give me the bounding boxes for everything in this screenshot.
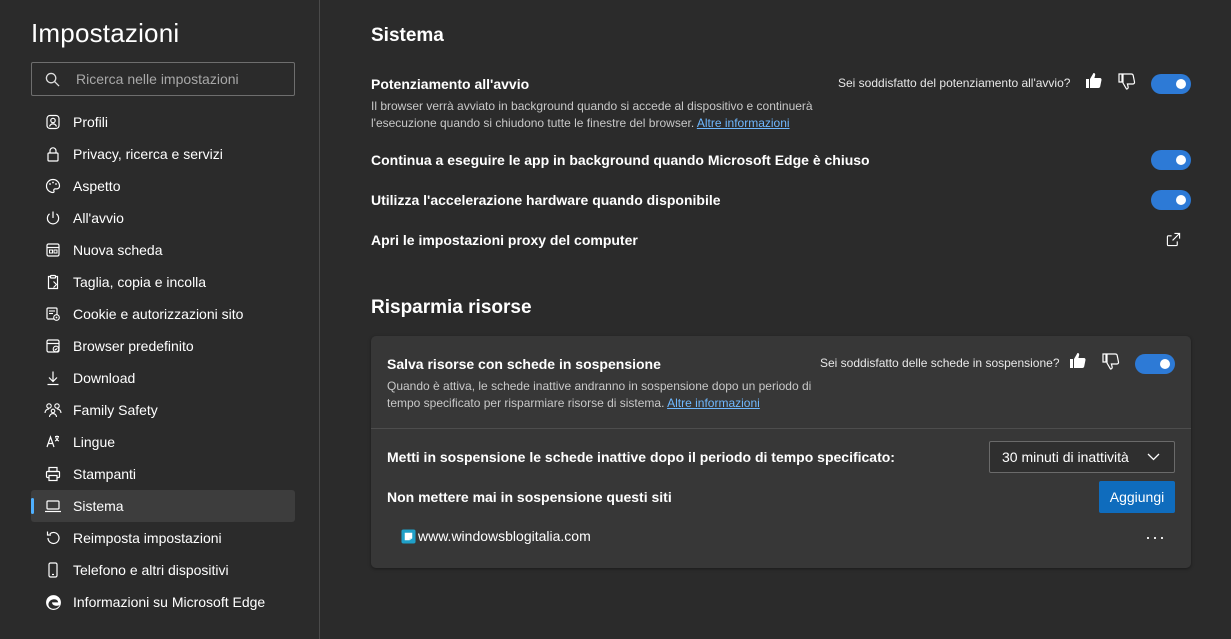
sidebar-item-reimposta[interactable]: Reimposta impostazioni — [31, 522, 295, 554]
new-tab-icon — [44, 241, 62, 259]
sidebar-item-stampanti[interactable]: Stampanti — [31, 458, 295, 490]
startup-boost-title: Potenziamento all'avvio — [371, 76, 530, 92]
startup-boost-desc-text: l'esecuzione quando si chiudono tutte le… — [371, 116, 695, 130]
hardware-acceleration-toggle[interactable] — [1151, 190, 1191, 210]
never-sleep-label: Non mettere mai in sospensione questi si… — [387, 489, 672, 505]
sidebar-item-label: Family Safety — [73, 402, 158, 418]
sidebar-item-informazioni-edge[interactable]: Informazioni su Microsoft Edge — [31, 586, 295, 618]
palette-icon — [44, 177, 62, 195]
search-icon — [45, 72, 60, 87]
sleeping-tabs-title: Salva risorse con schede in sospensione — [387, 356, 661, 372]
hardware-acceleration-title: Utilizza l'accelerazione hardware quando… — [371, 192, 721, 208]
sidebar-item-label: Telefono e altri dispositivi — [73, 562, 229, 578]
default-browser-icon — [44, 337, 62, 355]
toggle-knob — [1176, 155, 1186, 165]
sidebar-item-taglia-copia[interactable]: Taglia, copia e incolla — [31, 266, 295, 298]
sidebar-item-label: Taglia, copia e incolla — [73, 274, 207, 290]
sidebar-nav: Profili Privacy, ricerca e servizi Aspet… — [31, 106, 295, 618]
language-icon — [44, 433, 62, 451]
sidebar-item-label: Cookie e autorizzazioni sito — [73, 306, 244, 322]
sidebar-item-privacy[interactable]: Privacy, ricerca e servizi — [31, 138, 295, 170]
sidebar-item-label: Privacy, ricerca e servizi — [73, 146, 223, 162]
sidebar-item-lingue[interactable]: Lingue — [31, 426, 295, 458]
sidebar-item-label: Reimposta impostazioni — [73, 530, 222, 546]
sleep-after-label: Metti in sospensione le schede inattive … — [387, 449, 895, 465]
sleeping-tabs-desc-text: tempo specificato per risparmiare risors… — [387, 396, 665, 410]
printer-icon — [44, 465, 62, 483]
toggle-knob — [1160, 359, 1170, 369]
sidebar-item-label: Lingue — [73, 434, 116, 450]
toggle-knob — [1176, 195, 1186, 205]
startup-boost-learn-more-link[interactable]: Altre informazioni — [697, 116, 790, 130]
sidebar: Impostazioni Profili Privacy, ricerca e … — [0, 0, 320, 639]
sidebar-item-label: Informazioni su Microsoft Edge — [73, 594, 266, 610]
sidebar-item-all-avvio[interactable]: All'avvio — [31, 202, 295, 234]
sleeping-tabs-toggle[interactable] — [1135, 354, 1175, 374]
section-heading-sistema: Sistema — [371, 25, 444, 46]
sidebar-item-sistema[interactable]: Sistema — [31, 490, 295, 522]
card-divider — [371, 428, 1191, 429]
sidebar-item-label: Nuova scheda — [73, 242, 163, 258]
lock-icon — [44, 145, 62, 163]
sleeping-tabs-card: Salva risorse con schede in sospensione … — [371, 336, 1191, 568]
phone-icon — [44, 561, 62, 579]
profile-icon — [44, 113, 62, 131]
more-options-icon[interactable]: ··· — [1145, 527, 1166, 548]
search-box[interactable] — [31, 62, 295, 96]
sidebar-item-label: Browser predefinito — [73, 338, 194, 354]
clipboard-icon — [44, 273, 62, 291]
family-icon — [44, 401, 62, 419]
startup-boost-desc-line2: l'esecuzione quando si chiudono tutte le… — [371, 115, 813, 132]
sidebar-item-label: Stampanti — [73, 466, 137, 482]
thumbs-up-icon[interactable] — [1085, 72, 1103, 89]
thumbs-down-icon[interactable] — [1118, 73, 1136, 90]
sidebar-item-telefono[interactable]: Telefono e altri dispositivi — [31, 554, 295, 586]
sidebar-item-label: Sistema — [73, 498, 124, 514]
sidebar-title: Impostazioni — [31, 18, 180, 48]
sidebar-item-browser-predefinito[interactable]: Browser predefinito — [31, 330, 295, 362]
cookie-permissions-icon — [44, 305, 62, 323]
sidebar-item-family-safety[interactable]: Family Safety — [31, 394, 295, 426]
laptop-icon — [44, 497, 62, 515]
sidebar-item-label: Download — [73, 370, 136, 386]
sleep-after-dropdown[interactable]: 30 minuti di inattività — [989, 441, 1175, 473]
startup-boost-desc-line1: Il browser verrà avviato in background q… — [371, 99, 813, 113]
download-icon — [44, 369, 62, 387]
sidebar-item-download[interactable]: Download — [31, 362, 295, 394]
sidebar-item-cookie[interactable]: Cookie e autorizzazioni sito — [31, 298, 295, 330]
toggle-knob — [1176, 79, 1186, 89]
background-apps-toggle[interactable] — [1151, 150, 1191, 170]
sidebar-item-nuova-scheda[interactable]: Nuova scheda — [31, 234, 295, 266]
thumbs-down-icon[interactable] — [1102, 353, 1120, 370]
chevron-down-icon — [1147, 453, 1160, 461]
sleeping-tabs-feedback-question: Sei soddisfatto delle schede in sospensi… — [820, 356, 1060, 370]
sleeping-tabs-desc-line2: tempo specificato per risparmiare risors… — [387, 395, 811, 412]
sidebar-item-label: All'avvio — [73, 210, 124, 226]
search-input[interactable] — [74, 70, 278, 88]
background-apps-title: Continua a eseguire le app in background… — [371, 152, 870, 168]
sleeping-tabs-description: Quando è attiva, le schede inattive andr… — [387, 378, 811, 412]
site-url: www.windowsblogitalia.com — [418, 528, 591, 544]
main-content: Sistema Potenziamento all'avvio Il brows… — [321, 0, 1231, 639]
sleeping-tabs-learn-more-link[interactable]: Altre informazioni — [667, 396, 760, 410]
sidebar-item-aspetto[interactable]: Aspetto — [31, 170, 295, 202]
external-link-icon[interactable] — [1166, 232, 1181, 247]
startup-boost-toggle[interactable] — [1151, 74, 1191, 94]
sidebar-item-label: Aspetto — [73, 178, 121, 194]
startup-boost-feedback-question: Sei soddisfatto del potenziamento all'av… — [838, 76, 1071, 90]
add-site-button[interactable]: Aggiungi — [1099, 481, 1175, 513]
proxy-settings-title[interactable]: Apri le impostazioni proxy del computer — [371, 232, 638, 248]
site-list-item: www.windowsblogitalia.com — [401, 528, 591, 544]
site-favicon-icon — [401, 528, 416, 544]
sidebar-item-profili[interactable]: Profili — [31, 106, 295, 138]
edge-icon — [44, 593, 62, 611]
startup-boost-description: Il browser verrà avviato in background q… — [371, 98, 813, 132]
sleep-after-selected-value: 30 minuti di inattività — [1002, 449, 1129, 465]
reset-icon — [44, 529, 62, 547]
sleeping-tabs-desc-line1: Quando è attiva, le schede inattive andr… — [387, 379, 812, 393]
thumbs-up-icon[interactable] — [1069, 352, 1087, 369]
sidebar-item-label: Profili — [73, 114, 109, 130]
section-heading-risparmia-risorse: Risparmia risorse — [371, 297, 532, 318]
power-icon — [44, 209, 62, 227]
